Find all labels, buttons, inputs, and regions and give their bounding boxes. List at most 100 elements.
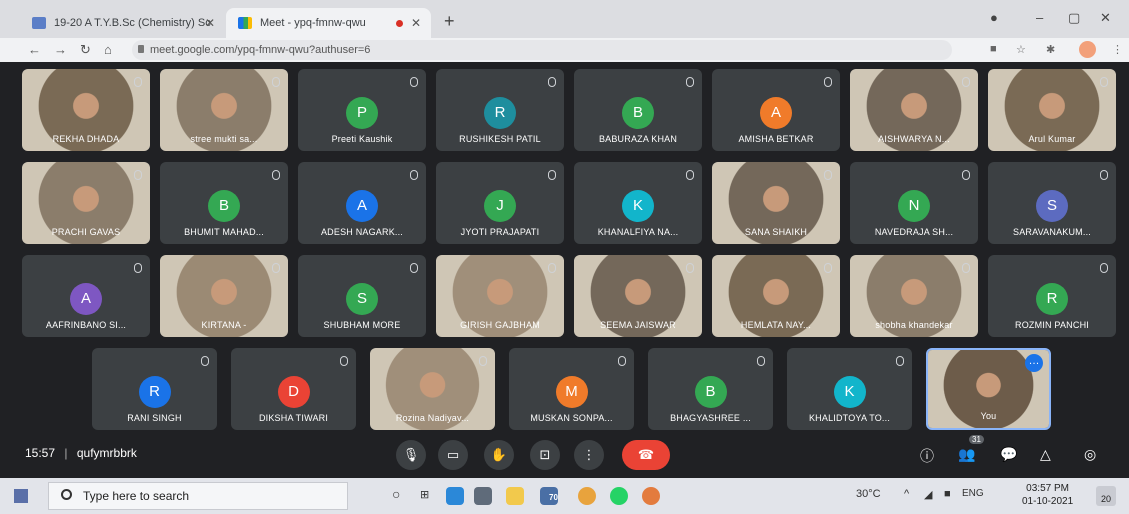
participant-tile[interactable]: R RUSHIKESH PATIL [436, 69, 564, 151]
notification-center-icon[interactable]: 20 [1096, 486, 1116, 506]
raise-hand-button[interactable]: ✋ [484, 440, 514, 470]
network-icon[interactable]: ◢ [924, 488, 932, 501]
mic-muted-icon [410, 77, 418, 87]
participant-tile[interactable]: PRACHI GAVAS [22, 162, 150, 244]
extensions-puzzle-icon[interactable]: ✱ [1046, 43, 1055, 56]
mic-muted-icon [686, 170, 694, 180]
reload-icon[interactable]: ↻ [80, 42, 91, 58]
host-controls-icon[interactable]: ◎ [1084, 446, 1096, 463]
browser-menu-icon[interactable]: ⋮ [1112, 43, 1123, 56]
participant-tile[interactable]: shobha khandekar [850, 255, 978, 337]
more-options-button[interactable]: ⋮ [574, 440, 604, 470]
participant-tile[interactable]: S SHUBHAM MORE [298, 255, 426, 337]
task-view-icon[interactable]: ⊞ [420, 488, 429, 501]
participant-tile[interactable]: R RANI SINGH [92, 348, 217, 430]
meeting-details-icon[interactable]: ⓘ [920, 446, 934, 466]
bookmark-star-icon[interactable]: ☆ [1016, 43, 1026, 56]
participant-tile[interactable]: SEEMA JAISWAR [574, 255, 702, 337]
participant-name: Preeti Kaushik [331, 134, 393, 144]
camera-toggle-button[interactable]: ▭ [438, 440, 468, 470]
close-icon[interactable]: ✕ [411, 16, 421, 30]
participant-tile[interactable]: HEMLATA NAY... [712, 255, 840, 337]
participant-tile[interactable]: REKHA DHADA [22, 69, 150, 151]
participant-tile[interactable]: R ROZMIN PANCHI [988, 255, 1116, 337]
participant-tile[interactable]: K KHANALFIYA NA... [574, 162, 702, 244]
close-icon[interactable]: ✕ [205, 16, 215, 30]
mic-muted-icon [201, 356, 209, 366]
participant-name: RUSHIKESH PATIL [459, 134, 541, 144]
participant-tile[interactable]: P Preeti Kaushik [298, 69, 426, 151]
system-clock[interactable]: 03:57 PM 01-10-2021 [1022, 482, 1073, 508]
photos-app-icon[interactable]: 70 [540, 487, 558, 505]
maximize-button[interactable]: ▢ [1068, 10, 1080, 26]
participant-name: Rozina Nadiyav... [395, 413, 470, 423]
profile-avatar[interactable] [1079, 41, 1096, 58]
participant-avatar: P [346, 97, 378, 129]
activities-icon[interactable]: △ [1040, 446, 1051, 463]
participant-tile[interactable]: N NAVEDRAJA SH... [850, 162, 978, 244]
window-close-button[interactable]: ✕ [1100, 10, 1111, 26]
participant-tile[interactable]: Rozina Nadiyav... [370, 348, 495, 430]
taskbar-search-input[interactable]: Type here to search [48, 482, 348, 510]
chrome-app-icon[interactable] [578, 487, 596, 505]
participant-tile[interactable]: J JYOTI PRAJAPATI [436, 162, 564, 244]
whatsapp-app-icon[interactable] [610, 487, 628, 505]
mic-muted-icon [686, 263, 694, 273]
store-app-icon[interactable] [474, 487, 492, 505]
language-indicator[interactable]: ENG [962, 488, 984, 499]
chrome-profile-app-icon[interactable] [642, 487, 660, 505]
participant-name: SEEMA JAISWAR [600, 320, 676, 330]
mic-muted-icon [824, 77, 832, 87]
participant-name: KHALIDTOYA TO... [808, 413, 891, 423]
participant-tile[interactable]: … You [926, 348, 1051, 430]
participant-tile[interactable]: KIRTANA - [160, 255, 288, 337]
tab-classroom[interactable]: 19-20 A T.Y.B.Sc (Chemistry) Sc ✕ [20, 8, 225, 38]
participant-tile[interactable]: B BHUMIT MAHAD... [160, 162, 288, 244]
file-explorer-icon[interactable] [506, 487, 524, 505]
participant-name: AISHWARYA N... [878, 134, 950, 144]
volume-icon[interactable]: ■ [944, 488, 951, 500]
minimize-button[interactable]: – [1036, 10, 1043, 25]
participant-tile[interactable]: S SARAVANAKUM... [988, 162, 1116, 244]
participant-tile[interactable]: stree mukti sa... [160, 69, 288, 151]
back-arrow-icon[interactable]: ← [28, 42, 41, 57]
tray-chevron-icon[interactable]: ^ [904, 488, 909, 500]
mic-toggle-button[interactable]: 🎙 [396, 440, 426, 470]
participant-tile[interactable]: Arul Kumar [988, 69, 1116, 151]
weather-text[interactable]: 30°C [856, 488, 881, 500]
forward-arrow-icon[interactable]: → [54, 42, 67, 57]
recording-dot-icon [396, 20, 403, 27]
cortana-icon[interactable]: ○ [392, 486, 400, 502]
participant-tile[interactable]: K KHALIDTOYA TO... [787, 348, 912, 430]
participant-tile[interactable]: B BHAGYASHREE ... [648, 348, 773, 430]
new-tab-button[interactable]: + [444, 11, 455, 32]
url-field[interactable]: meet.google.com/ypq-fmnw-qwu?authuser=6 [132, 40, 952, 60]
tab-meet[interactable]: Meet - ypq-fmnw-qwu ✕ [226, 8, 431, 38]
edge-app-icon[interactable] [446, 487, 464, 505]
leave-call-button[interactable]: ☎ [622, 440, 670, 470]
participant-tile[interactable]: A AMISHA BETKAR [712, 69, 840, 151]
home-icon[interactable]: ⌂ [104, 42, 112, 57]
participant-tile[interactable]: AISHWARYA N... [850, 69, 978, 151]
meeting-separator: | [64, 446, 68, 460]
mic-muted-icon [410, 263, 418, 273]
media-indicator-icon[interactable]: ● [990, 10, 998, 25]
tab-label: 19-20 A T.Y.B.Sc (Chemistry) Sc [54, 17, 211, 29]
participant-tile[interactable]: GIRISH GAJBHAM [436, 255, 564, 337]
participant-tile[interactable]: D DIKSHA TIWARI [231, 348, 356, 430]
participant-name: AAFRINBANO SI... [45, 320, 127, 330]
participant-tile[interactable]: A ADESH NAGARK... [298, 162, 426, 244]
mic-muted-icon [962, 170, 970, 180]
participant-name: GIRISH GAJBHAM [460, 320, 540, 330]
participant-tile[interactable]: SANA SHAIKH [712, 162, 840, 244]
present-screen-button[interactable]: ⊡ [530, 440, 560, 470]
windows-start-icon[interactable] [14, 489, 28, 503]
participant-tile[interactable]: M MUSKAN SONPA... [509, 348, 634, 430]
camera-permission-icon[interactable]: ■ [990, 43, 997, 55]
chat-icon[interactable]: 💬 [1000, 446, 1017, 463]
people-icon[interactable]: 👥 [958, 446, 975, 463]
participant-tile[interactable]: B BABURAZA KHAN [574, 69, 702, 151]
participant-name: SANA SHAIKH [744, 227, 808, 237]
participant-tile[interactable]: A AAFRINBANO SI... [22, 255, 150, 337]
self-tile-menu-icon[interactable]: … [1025, 354, 1043, 372]
